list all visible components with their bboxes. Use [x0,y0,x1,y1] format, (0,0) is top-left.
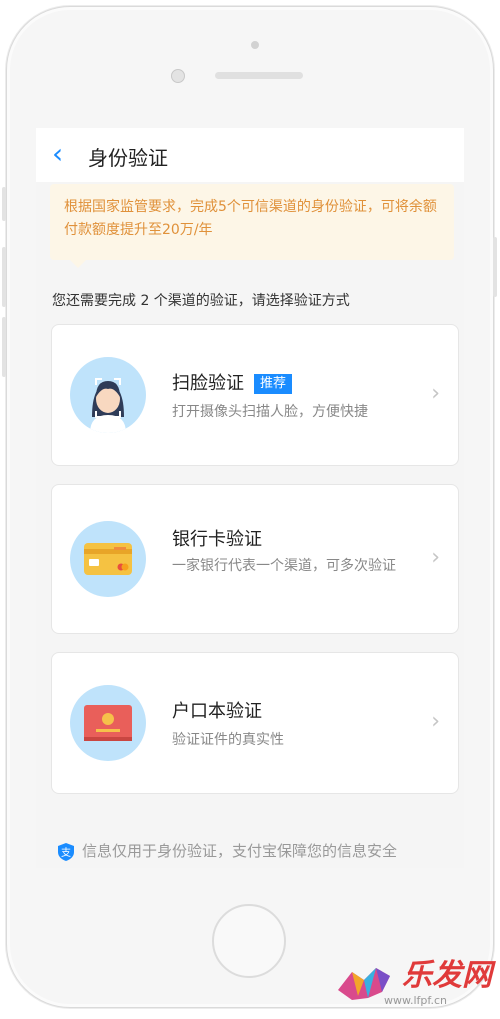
method-title: 银行卡验证 [172,529,262,550]
nav-bar: ‹ 身份验证 [36,128,464,182]
power-button [493,237,497,297]
volume-down-button [2,317,6,377]
chevron-right-icon: › [431,381,440,406]
page-title: 身份验证 [88,146,168,170]
volume-up-button [2,247,6,307]
method-desc: 打开摄像头扫描人脸，方便快捷 [172,404,368,420]
chevron-right-icon: › [431,545,440,570]
proximity-sensor [251,41,259,49]
method-title: 扫脸验证 推荐 [172,369,293,395]
app-screen: ‹ 身份验证 根据国家监管要求，完成5个可信渠道的身份验证，可将余额付款额度提升… [36,128,464,868]
recommend-badge: 推荐 [254,374,293,394]
svg-text:支: 支 [61,847,71,859]
face-scan-icon [70,357,146,433]
chevron-right-icon: › [431,709,440,734]
footer-text: 信息仅用于身份验证，支付宝保障您的信息安全 [82,842,398,860]
regulation-notice: 根据国家监管要求，完成5个可信渠道的身份验证，可将余额付款额度提升至20万/年 [50,184,454,260]
face-verification-card[interactable]: 扫脸验证 推荐 打开摄像头扫描人脸，方便快捷 › [51,324,459,466]
notice-tail [70,260,86,268]
watermark-title: 乐发网 [402,958,492,993]
shield-icon: 支 [56,842,76,862]
bank-card-verification-card[interactable]: 银行卡验证 一家银行代表一个渠道，可多次验证 › [51,484,459,634]
watermark: 乐发网 www.lfpf.cn [332,950,500,1015]
watermark-url: www.lfpf.cn [384,994,447,1007]
method-title-text: 扫脸验证 [172,373,244,394]
home-button[interactable] [212,904,286,978]
household-register-verification-card[interactable]: 户口本验证 验证证件的真实性 › [51,652,459,794]
method-desc: 一家银行代表一个渠道，可多次验证 [172,558,396,574]
bank-card-icon [70,521,146,597]
method-desc: 验证证件的真实性 [172,732,284,748]
chevron-left-icon[interactable]: ‹ [52,140,72,168]
earpiece-speaker [215,72,303,79]
household-register-icon [70,685,146,761]
security-footer: 支 信息仅用于身份验证，支付宝保障您的信息安全 [56,840,397,862]
channel-prompt: 您还需要完成 2 个渠道的验证，请选择验证方式 [52,293,350,309]
method-title: 户口本验证 [172,701,262,722]
front-camera [171,69,185,83]
mute-switch [2,187,6,221]
